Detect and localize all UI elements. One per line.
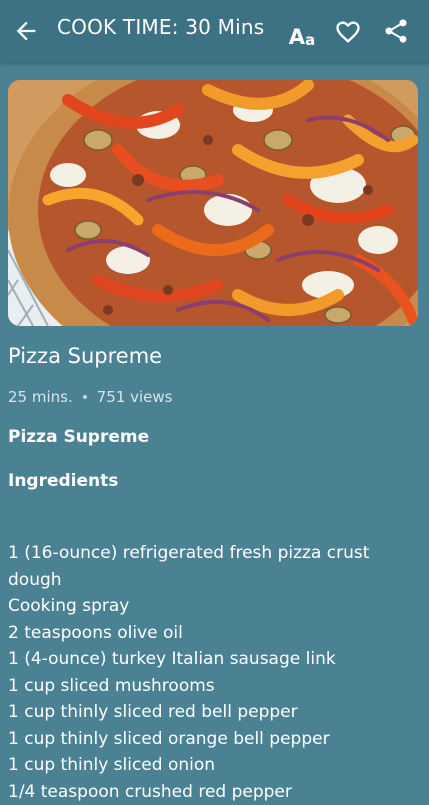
separator-dot <box>83 395 87 399</box>
ingredient-item: 1 (4-ounce) turkey Italian sausage link <box>8 646 423 673</box>
ingredient-item: 2 teaspoons olive oil <box>8 620 423 647</box>
back-arrow-icon[interactable] <box>12 17 40 45</box>
app-bar: COOK TIME: 30 Mins Aa <box>0 0 429 62</box>
ingredient-item: 1 cup thinly sliced red bell pepper <box>8 699 423 726</box>
ingredient-item: 1 (16-ounce) refrigerated fresh pizza cr… <box>8 540 423 593</box>
font-size-big-letter: A <box>289 27 305 48</box>
ingredient-item: 1 cup thinly sliced onion <box>8 752 423 779</box>
recipe-time: 25 mins. <box>8 388 73 406</box>
ingredients-heading: Ingredients <box>8 471 118 491</box>
share-icon[interactable] <box>382 17 410 45</box>
ingredients-list: 1 (16-ounce) refrigerated fresh pizza cr… <box>8 540 423 805</box>
ingredient-item: 1 cup sliced mushrooms <box>8 673 423 700</box>
recipe-meta: 25 mins. 751 views <box>8 388 173 406</box>
recipe-photo <box>8 80 418 326</box>
font-size-icon[interactable]: Aa <box>285 14 319 48</box>
ingredient-item: 1 cup thinly sliced orange bell pepper <box>8 726 423 753</box>
recipe-subtitle: Pizza Supreme <box>8 427 149 447</box>
heart-outline-icon[interactable] <box>334 18 362 46</box>
ingredient-item: Cooking spray <box>8 593 423 620</box>
recipe-title: Pizza Supreme <box>8 344 162 368</box>
pizza-image <box>8 80 418 326</box>
recipe-views: 751 views <box>97 388 173 406</box>
ingredient-item: 1/4 teaspoon crushed red pepper <box>8 779 423 805</box>
cook-time-title: COOK TIME: 30 Mins <box>57 15 264 39</box>
font-size-small-letter: a <box>305 33 315 48</box>
